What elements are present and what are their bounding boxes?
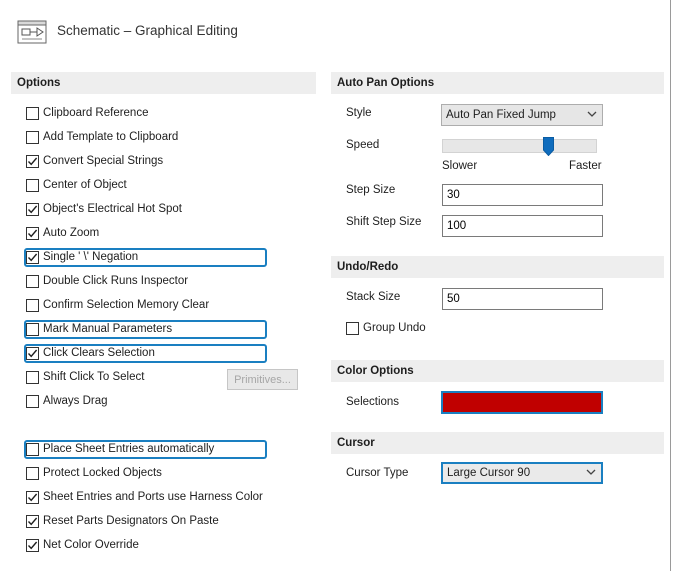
option-label: Auto Zoom: [43, 227, 100, 239]
page-header: Schematic – Graphical Editing: [0, 0, 670, 62]
selections-color-swatch[interactable]: [441, 391, 603, 414]
checkbox-box[interactable]: [26, 370, 39, 384]
option-label: Mark Manual Parameters: [43, 323, 173, 335]
step-size-label: Step Size: [346, 184, 396, 196]
checkbox-box[interactable]: [26, 298, 39, 312]
option-checkbox[interactable]: Protect Locked Objects: [26, 463, 162, 483]
checkmark-icon: [27, 541, 38, 549]
checkmark-icon: [27, 205, 38, 213]
color-options-section-heading: Color Options: [331, 360, 664, 382]
option-checkbox[interactable]: Always Drag: [26, 391, 108, 411]
checkbox-box[interactable]: [26, 346, 39, 360]
option-checkbox[interactable]: Center of Object: [26, 175, 127, 195]
option-checkbox[interactable]: Shift Click To Select: [26, 367, 144, 387]
stack-size-input[interactable]: [442, 288, 603, 310]
checkbox-box[interactable]: [26, 490, 39, 504]
cursor-section-heading: Cursor: [331, 432, 664, 454]
checkbox-box[interactable]: [26, 130, 39, 144]
shift-step-size-input[interactable]: [442, 215, 603, 237]
option-label: Sheet Entries and Ports use Harness Colo…: [43, 491, 263, 503]
stack-size-label: Stack Size: [346, 291, 401, 303]
primitives-button[interactable]: Primitives...: [227, 369, 298, 390]
checkbox-box[interactable]: [26, 274, 39, 288]
page-title: Schematic – Graphical Editing: [57, 23, 238, 38]
checkbox-box[interactable]: [26, 466, 39, 480]
undo-redo-section-heading: Undo/Redo: [331, 256, 664, 278]
option-label: Protect Locked Objects: [43, 467, 162, 479]
option-label: Net Color Override: [43, 539, 139, 551]
option-label: Double Click Runs Inspector: [43, 275, 189, 287]
checkmark-icon: [27, 493, 38, 501]
checkbox-box[interactable]: [26, 538, 39, 552]
option-label: Reset Parts Designators On Paste: [43, 515, 219, 527]
checkmark-icon: [27, 517, 38, 525]
checkmark-icon: [27, 157, 38, 165]
option-label: Shift Click To Select: [43, 371, 145, 383]
speed-slider-thumb[interactable]: [542, 137, 554, 156]
option-label: Convert Special Strings: [43, 155, 164, 167]
option-checkbox[interactable]: Mark Manual Parameters: [26, 319, 172, 339]
option-label: Clipboard Reference: [43, 107, 149, 119]
option-checkbox[interactable]: Confirm Selection Memory Clear: [26, 295, 209, 315]
checkbox-box[interactable]: [26, 394, 39, 408]
option-checkbox[interactable]: Net Color Override: [26, 535, 139, 555]
checkbox-box[interactable]: [26, 442, 39, 456]
option-label: Always Drag: [43, 395, 108, 407]
chevron-down-icon: [587, 111, 597, 117]
speed-slider-track[interactable]: [442, 139, 597, 153]
selections-label: Selections: [346, 396, 400, 408]
checkbox-box[interactable]: [26, 154, 39, 168]
option-label: Confirm Selection Memory Clear: [43, 299, 210, 311]
option-label: Add Template to Clipboard: [43, 131, 179, 143]
option-checkbox[interactable]: Click Clears Selection: [26, 343, 155, 363]
option-checkbox[interactable]: Sheet Entries and Ports use Harness Colo…: [26, 487, 263, 507]
chevron-down-icon: [586, 469, 596, 475]
option-checkbox[interactable]: Auto Zoom: [26, 223, 99, 243]
auto-pan-section-heading: Auto Pan Options: [331, 72, 664, 94]
group-undo-label: Group Undo: [363, 322, 426, 334]
options-section-heading: Options: [11, 72, 316, 94]
group-undo-checkbox[interactable]: Group Undo: [346, 318, 426, 338]
option-label: Object's Electrical Hot Spot: [43, 203, 182, 215]
checkbox-box[interactable]: [26, 178, 39, 192]
checkbox-box[interactable]: [26, 106, 39, 120]
checkbox-box[interactable]: [26, 202, 39, 216]
speed-label: Speed: [346, 139, 380, 151]
option-checkbox[interactable]: Object's Electrical Hot Spot: [26, 199, 182, 219]
option-label: Click Clears Selection: [43, 347, 155, 359]
checkmark-icon: [27, 229, 38, 237]
option-label: Place Sheet Entries automatically: [43, 443, 215, 455]
option-checkbox[interactable]: Single ' \' Negation: [26, 247, 138, 267]
shift-step-size-label: Shift Step Size: [346, 216, 422, 228]
cursor-type-select-value: Large Cursor 90: [447, 467, 531, 479]
style-select[interactable]: Auto Pan Fixed Jump: [441, 104, 603, 126]
cursor-type-select[interactable]: Large Cursor 90: [441, 462, 603, 484]
option-checkbox[interactable]: Double Click Runs Inspector: [26, 271, 188, 291]
option-checkbox[interactable]: Add Template to Clipboard: [26, 127, 178, 147]
checkmark-icon: [27, 253, 38, 261]
checkbox-box[interactable]: [346, 321, 359, 335]
option-label: Single ' \' Negation: [43, 251, 139, 263]
window-border: [670, 0, 671, 571]
option-checkbox[interactable]: Clipboard Reference: [26, 103, 148, 123]
option-checkbox[interactable]: Reset Parts Designators On Paste: [26, 511, 219, 531]
speed-faster-label: Faster: [569, 160, 602, 172]
cursor-type-label: Cursor Type: [346, 467, 409, 479]
schematic-icon: [17, 20, 47, 44]
style-select-value: Auto Pan Fixed Jump: [446, 109, 556, 121]
option-label: Center of Object: [43, 179, 127, 191]
speed-slower-label: Slower: [442, 160, 478, 172]
checkbox-box[interactable]: [26, 322, 39, 336]
checkbox-box[interactable]: [26, 250, 39, 264]
step-size-input[interactable]: [442, 184, 603, 206]
option-checkbox[interactable]: Place Sheet Entries automatically: [26, 439, 214, 459]
checkmark-icon: [27, 349, 38, 357]
checkbox-box[interactable]: [26, 514, 39, 528]
option-checkbox[interactable]: Convert Special Strings: [26, 151, 163, 171]
checkbox-box[interactable]: [26, 226, 39, 240]
style-label: Style: [346, 107, 372, 119]
